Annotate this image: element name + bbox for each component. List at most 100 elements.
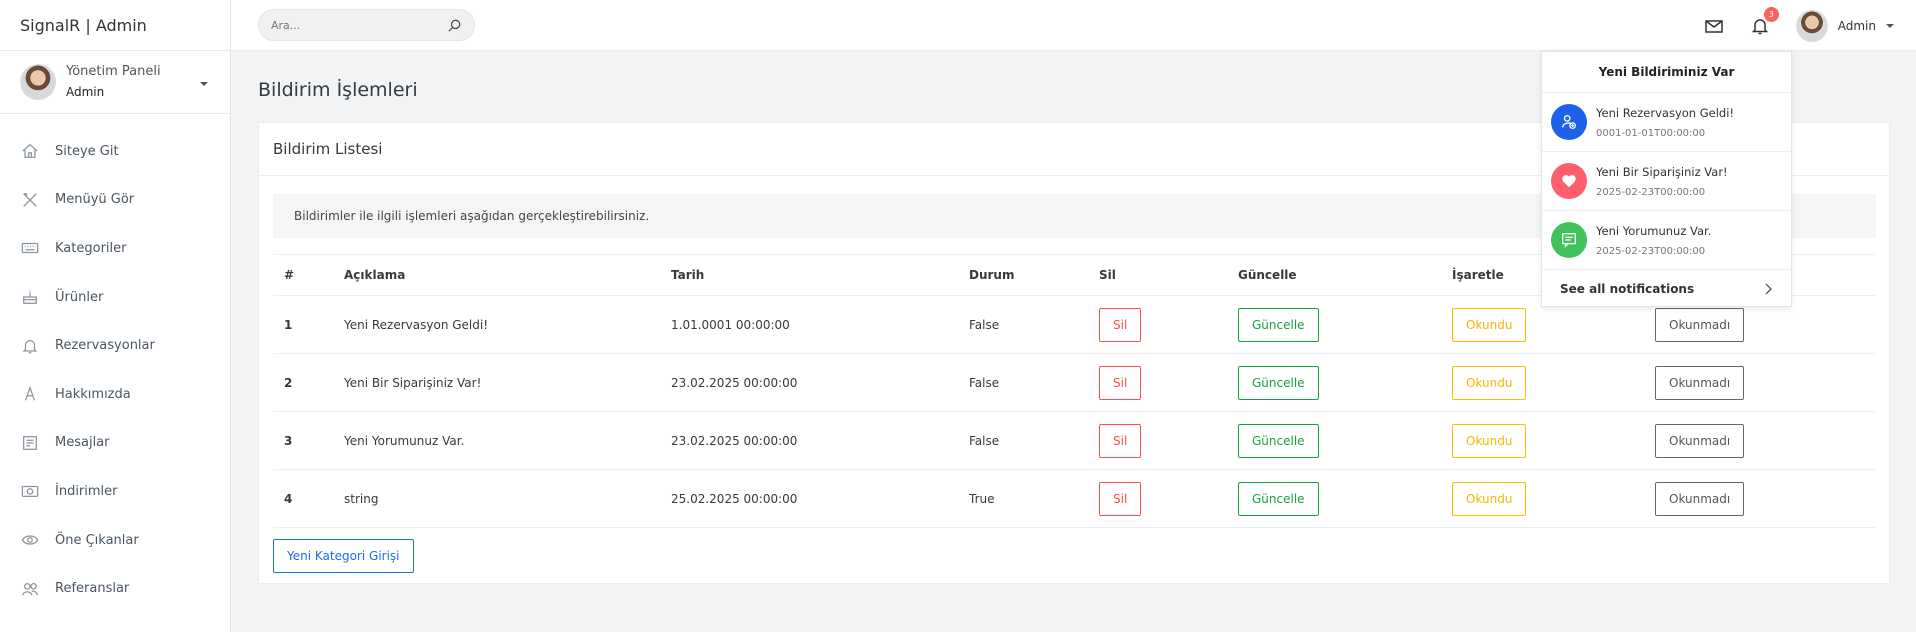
column-header: Sil <box>1088 254 1227 296</box>
sidebar-item-hakkimizda[interactable]: Hakkımızda <box>0 370 230 419</box>
utensils-icon <box>23 192 37 207</box>
notification-badge: 3 <box>1763 6 1779 22</box>
search-icon[interactable] <box>447 18 462 33</box>
row-description: Yeni Rezervasyon Geldi! <box>333 295 660 354</box>
mark-read-button[interactable]: Okundu <box>1452 481 1527 516</box>
update-button[interactable]: Güncelle <box>1238 307 1319 342</box>
keyboard-icon <box>21 243 39 254</box>
notification-time: 2025-02-23T00:00:00 <box>1596 245 1706 257</box>
sidebar-item-siteye-git[interactable]: Siteye Git <box>0 127 230 176</box>
eye-icon <box>21 535 39 545</box>
bell-icon <box>22 339 38 354</box>
delete-button[interactable]: Sil <box>1099 307 1142 342</box>
cake-icon <box>23 290 37 305</box>
table-row: 2 Yeni Bir Siparişiniz Var! 23.02.2025 0… <box>273 353 1876 412</box>
row-date: 1.01.0001 00:00:00 <box>660 295 958 354</box>
notification-item[interactable]: Yeni Yorumunuz Var. 2025-02-23T00:00:00 <box>1542 211 1791 270</box>
update-button[interactable]: Güncelle <box>1238 481 1319 516</box>
notification-title: Yeni Bir Siparişiniz Var! <box>1596 164 1728 179</box>
dropdown-header: Yeni Bildiriminiz Var <box>1542 52 1791 93</box>
row-status: True <box>958 469 1088 528</box>
update-button[interactable]: Güncelle <box>1238 365 1319 400</box>
notification-item[interactable]: Yeni Bir Siparişiniz Var! 2025-02-23T00:… <box>1542 152 1791 211</box>
mark-unread-button[interactable]: Okunmadı <box>1655 365 1745 400</box>
search-input[interactable] <box>271 18 447 32</box>
mark-read-button[interactable]: Okundu <box>1452 365 1527 400</box>
delete-button[interactable]: Sil <box>1099 423 1142 458</box>
mark-read-button[interactable]: Okundu <box>1452 423 1527 458</box>
sidebar: SignalR | Admin Yönetim Paneli Admin Sit… <box>0 0 231 632</box>
sidebar-item-label: Ürünler <box>55 289 104 305</box>
avatar <box>20 64 56 100</box>
row-id: 2 <box>273 353 333 412</box>
see-all-notifications-link[interactable]: See all notifications <box>1542 270 1791 307</box>
delete-button[interactable]: Sil <box>1099 481 1142 516</box>
row-date: 23.02.2025 00:00:00 <box>660 353 958 412</box>
notification-title: Yeni Rezervasyon Geldi! <box>1596 105 1735 120</box>
sidebar-item-kategoriler[interactable]: Kategoriler <box>0 224 230 273</box>
sidebar-profile[interactable]: Yönetim Paneli Admin <box>0 51 230 114</box>
sidebar-item-label: Mesajlar <box>55 435 110 451</box>
sidebar-item-one-cikanlar[interactable]: Öne Çıkanlar <box>0 516 230 565</box>
mail-icon[interactable] <box>1704 16 1724 36</box>
brand-logo[interactable]: SignalR | Admin <box>0 0 230 51</box>
sidebar-item-mesajlar[interactable]: Mesajlar <box>0 419 230 468</box>
row-id: 3 <box>273 411 333 470</box>
row-id: 4 <box>273 469 333 528</box>
row-status: False <box>958 353 1088 412</box>
users-icon <box>22 582 38 596</box>
sidebar-item-rezervasyonlar[interactable]: Rezervasyonlar <box>0 321 230 370</box>
sidebar-item-label: Öne Çıkanlar <box>55 532 139 548</box>
table-row: 4 string 25.02.2025 00:00:00 True Sil Gü… <box>273 469 1876 528</box>
row-description: string <box>333 469 660 528</box>
avatar[interactable] <box>1795 9 1828 42</box>
column-header: Tarih <box>660 254 958 296</box>
chevron-down-icon[interactable] <box>1886 23 1894 28</box>
column-header: Durum <box>958 254 1088 296</box>
sidebar-item-indirimler[interactable]: İndirimler <box>0 467 230 516</box>
sidebar-item-label: Hakkımızda <box>55 386 131 402</box>
sidebar-item-urunler[interactable]: Ürünler <box>0 273 230 322</box>
sidebar-item-label: Kategoriler <box>55 240 127 256</box>
row-description: Yeni Bir Siparişiniz Var! <box>333 353 660 412</box>
chevron-right-icon <box>1765 283 1772 294</box>
sidebar-item-label: Referanslar <box>55 581 130 597</box>
column-header: # <box>273 254 333 296</box>
font-icon <box>24 386 36 401</box>
mark-read-button[interactable]: Okundu <box>1452 307 1527 342</box>
notification-bell-icon[interactable]: 3 <box>1750 6 1779 36</box>
notification-item[interactable]: Yeni Rezervasyon Geldi! 0001-01-01T00:00… <box>1542 93 1791 152</box>
comment-icon <box>1551 222 1587 258</box>
row-date: 25.02.2025 00:00:00 <box>660 469 958 528</box>
profile-title: Yönetim Paneli <box>66 64 161 79</box>
delete-button[interactable]: Sil <box>1099 365 1142 400</box>
mark-unread-button[interactable]: Okunmadı <box>1655 423 1745 458</box>
heart-icon <box>1551 163 1587 199</box>
sidebar-menu: Siteye Git Menüyü Gör Kategoriler Ürünle… <box>0 114 230 613</box>
new-category-button[interactable]: Yeni Kategori Girişi <box>273 539 414 573</box>
sidebar-item-label: İndirimler <box>55 483 118 499</box>
sidebar-item-label: Rezervasyonlar <box>55 338 155 354</box>
column-header: Güncelle <box>1227 254 1441 296</box>
topbar: 3 Admin <box>231 0 1916 51</box>
table-row: 3 Yeni Yorumunuz Var. 23.02.2025 00:00:0… <box>273 411 1876 470</box>
row-status: False <box>958 411 1088 470</box>
sidebar-item-referanslar[interactable]: Referanslar <box>0 564 230 613</box>
page-title: Bildirim İşlemleri <box>258 79 418 101</box>
notification-time: 2025-02-23T00:00:00 <box>1596 186 1706 198</box>
mark-unread-button[interactable]: Okunmadı <box>1655 307 1745 342</box>
see-all-label: See all notifications <box>1560 281 1695 296</box>
sidebar-item-menuyu-gor[interactable]: Menüyü Gör <box>0 176 230 225</box>
search-box <box>258 9 475 41</box>
row-status: False <box>958 295 1088 354</box>
money-icon <box>21 486 39 498</box>
profile-role: Admin <box>66 85 105 99</box>
notification-time: 0001-01-01T00:00:00 <box>1596 127 1706 139</box>
mark-unread-button[interactable]: Okunmadı <box>1655 481 1745 516</box>
update-button[interactable]: Güncelle <box>1238 423 1319 458</box>
user-plus-icon <box>1551 104 1587 140</box>
user-name[interactable]: Admin <box>1838 19 1876 33</box>
notification-title: Yeni Yorumunuz Var. <box>1596 223 1712 238</box>
column-header: Açıklama <box>333 254 660 296</box>
sidebar-item-label: Siteye Git <box>55 143 119 159</box>
